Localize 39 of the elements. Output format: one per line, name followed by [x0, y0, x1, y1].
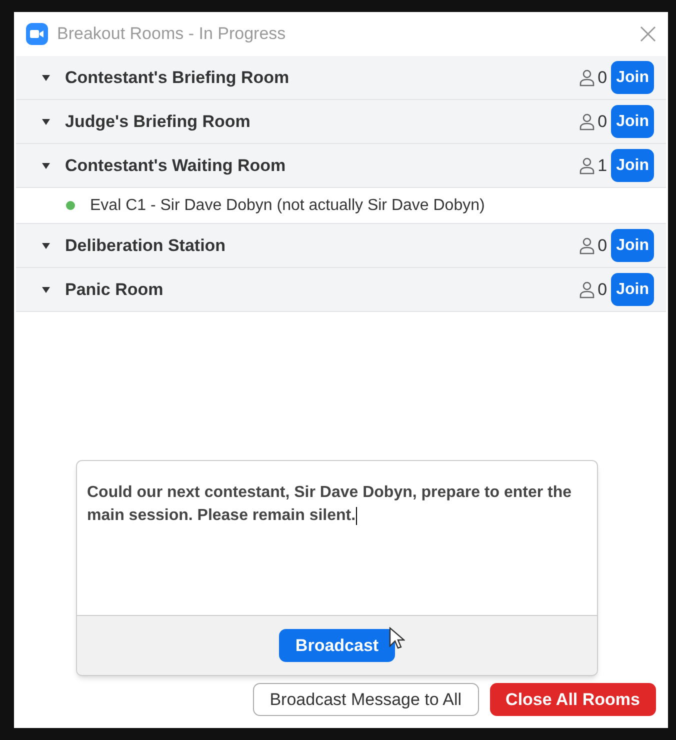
participant-name[interactable]: Eval C1 - Sir Dave Dobyn (not actually Sir Dave Dobyn) [90, 194, 485, 218]
join-button[interactable]: Join [611, 229, 654, 262]
message-field[interactable]: Could our next contestant, Sir Dave Dobyn, prepare to enter the main session. Please remain silent. [77, 461, 597, 615]
person-icon [578, 156, 595, 174]
room-name: Contestant's Waiting Room [65, 154, 287, 177]
join-button[interactable]: Join [611, 61, 654, 94]
person-icon [578, 112, 595, 130]
participant-count: 0 [598, 234, 608, 257]
room-name: Contestant's Briefing Room [65, 66, 290, 89]
room-row[interactable]: Contestant's Waiting Room 1 Join [16, 144, 666, 188]
close-icon[interactable] [640, 26, 656, 42]
room-row[interactable]: Contestant's Briefing Room 0 Join [16, 56, 666, 100]
join-button[interactable]: Join [611, 273, 654, 306]
participant-count: 1 [598, 154, 608, 177]
person-icon [578, 68, 595, 86]
room-name: Panic Room [65, 278, 164, 301]
room-name: Judge's Briefing Room [65, 110, 252, 133]
person-icon [578, 236, 595, 254]
caret-icon[interactable] [42, 74, 50, 80]
room-row[interactable]: Judge's Briefing Room 0 Join [16, 100, 666, 144]
person-icon [578, 280, 595, 298]
room-name: Deliberation Station [65, 234, 227, 257]
caret-icon[interactable] [42, 242, 50, 248]
join-button[interactable]: Join [611, 105, 654, 138]
broadcast-message-button[interactable]: Broadcast Message to All [252, 683, 479, 716]
window-title: Breakout Rooms - In Progress [57, 23, 287, 46]
broadcast-button[interactable]: Broadcast [279, 629, 395, 662]
caret-icon[interactable] [42, 286, 50, 292]
room-row[interactable]: Panic Room 0 Join [16, 268, 666, 312]
participant-count: 0 [598, 66, 608, 89]
close-all-rooms-button[interactable]: Close All Rooms [490, 683, 656, 716]
caret-icon[interactable] [42, 162, 50, 168]
join-button[interactable]: Join [611, 149, 654, 182]
camera-icon [26, 23, 48, 45]
participant-count: 0 [598, 110, 608, 133]
room-row[interactable]: Deliberation Station 0 Join [16, 224, 666, 268]
pointer-icon [389, 627, 405, 651]
caret-icon[interactable] [42, 118, 50, 124]
participant-count: 0 [598, 278, 608, 301]
